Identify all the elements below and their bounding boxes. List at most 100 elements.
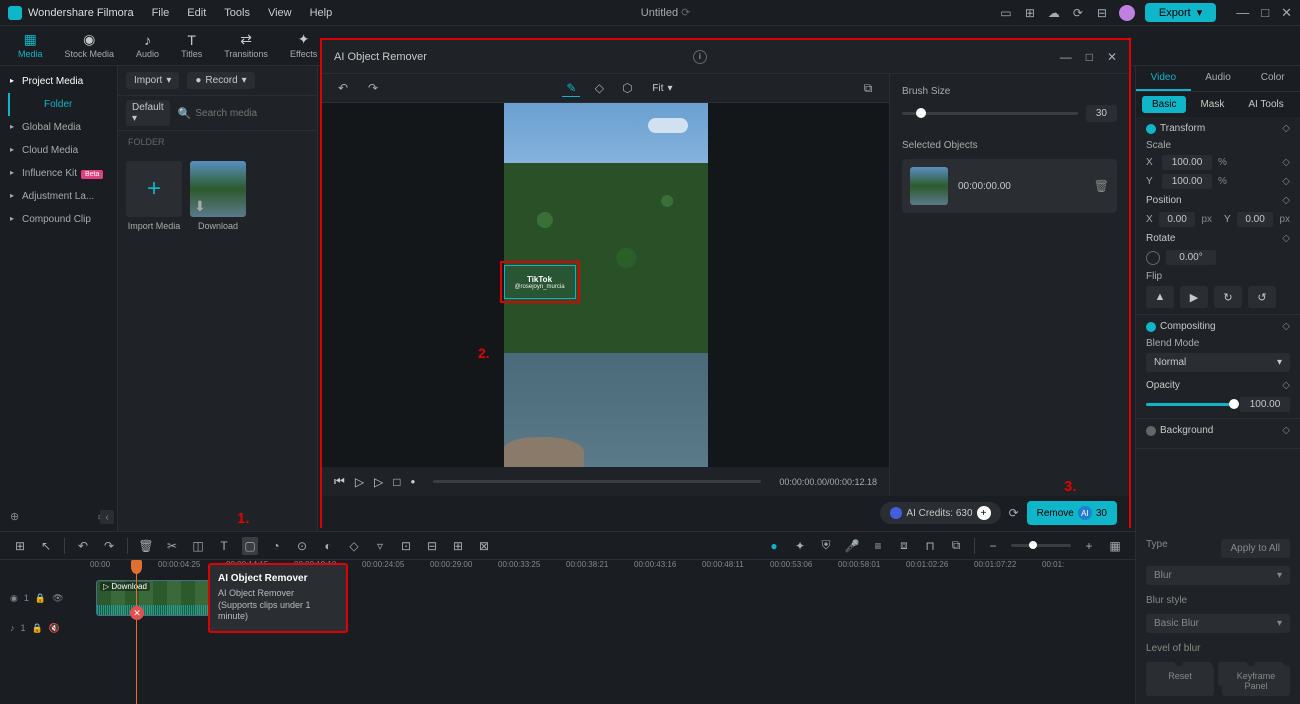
timeline-ruler[interactable]: 00:0000:00:04:2500:00:14:1500:00:19:1000… — [0, 560, 1135, 578]
lasso-tool-icon[interactable]: ⬡ — [618, 79, 636, 97]
selection-box[interactable]: TikTok @rosejoyn_murcia — [500, 261, 580, 303]
tl-ai-object-remover-icon[interactable]: ▢ — [242, 537, 258, 555]
dialog-close[interactable]: ✕ — [1107, 50, 1117, 64]
playhead-marker[interactable]: ✕ — [130, 606, 144, 620]
dialog-minimize[interactable]: — — [1060, 50, 1072, 64]
section-background[interactable]: Background — [1160, 425, 1213, 436]
selected-object-item[interactable]: 00:00:00.00 🗑 — [902, 159, 1117, 213]
flip-v-button[interactable]: ▶ — [1180, 286, 1208, 308]
subtab-mask[interactable]: Mask — [1190, 96, 1234, 113]
keyframe-icon[interactable]: ◇ — [1282, 123, 1290, 134]
tl-text-icon[interactable]: T — [216, 539, 232, 553]
tl-mixer-icon[interactable]: ≡ — [870, 539, 886, 553]
tl-delete-icon[interactable]: 🗑 — [138, 539, 154, 553]
tl-color-icon[interactable]: ◐ — [320, 539, 336, 553]
section-compositing[interactable]: Compositing — [1160, 321, 1216, 332]
tl-zoom-out-icon[interactable]: − — [985, 539, 1001, 553]
pos-y-input[interactable]: 0.00 — [1237, 212, 1274, 227]
tl-shield-icon[interactable]: ⛨ — [818, 538, 834, 553]
new-folder-icon[interactable]: ⊕ — [10, 510, 19, 523]
keyframe-panel-button[interactable]: Keyframe Panel — [1222, 666, 1290, 696]
tl-zoom-slider[interactable] — [1011, 544, 1071, 547]
redo-icon[interactable]: ↷ — [364, 79, 382, 97]
tl-mic-icon[interactable]: 🎤 — [844, 539, 860, 553]
cloud-icon[interactable]: ☁ — [1047, 6, 1061, 20]
brush-size-value[interactable]: 30 — [1086, 105, 1117, 122]
section-transform[interactable]: Transform — [1160, 123, 1205, 134]
flip-h-button[interactable]: ▲ — [1146, 286, 1174, 308]
tl-track2-icon[interactable]: ⊟ — [424, 539, 440, 553]
download-media-card[interactable]: ⬇ Download — [190, 161, 246, 231]
tl-track1-icon[interactable]: ⊡ — [398, 539, 414, 553]
playhead[interactable] — [136, 560, 137, 704]
ai-credits-badge[interactable]: AI Credits: 630+ — [880, 502, 1000, 524]
tab-effects[interactable]: ✦Effects — [284, 31, 323, 61]
tl-redo-icon[interactable]: ↷ — [101, 539, 117, 553]
tab-stock-media[interactable]: ◉Stock Media — [59, 31, 121, 61]
tl-sparkle-icon[interactable]: ✦ — [792, 539, 808, 553]
zoom-fit-dropdown[interactable]: Fit ▾ — [646, 81, 678, 96]
tl-speed-icon[interactable]: ⊙ — [294, 539, 310, 553]
library-icon[interactable]: ⊞ — [1023, 6, 1037, 20]
blur-style-dropdown[interactable]: Basic Blur▾ — [1146, 614, 1290, 633]
tl-smart-cutout-icon[interactable]: ◔ — [268, 539, 284, 553]
rotate-cw-button[interactable]: ↻ — [1214, 286, 1242, 308]
tab-transitions[interactable]: ⇄Transitions — [218, 31, 274, 61]
tab-media[interactable]: ▦Media — [12, 31, 49, 61]
refresh-icon[interactable]: ⟳ — [1009, 506, 1019, 520]
tl-cursor-icon[interactable]: ↖ — [38, 539, 54, 553]
search-input[interactable] — [195, 108, 327, 119]
import-media-card[interactable]: + Import Media — [126, 161, 182, 231]
eraser-tool-icon[interactable]: ◇ — [590, 79, 608, 97]
loop-icon[interactable]: ● — [411, 477, 416, 486]
tl-view-icon[interactable]: ▦ — [1107, 539, 1123, 553]
menu-edit[interactable]: Edit — [187, 7, 206, 19]
collapse-sidebar-icon[interactable]: ‹ — [100, 510, 114, 524]
inspector-tab-audio[interactable]: Audio — [1191, 66, 1246, 91]
inspector-tab-video[interactable]: Video — [1136, 66, 1191, 91]
tl-magnet-icon[interactable]: ⊓ — [922, 539, 938, 553]
rotate-ccw-button[interactable]: ↺ — [1248, 286, 1276, 308]
subtab-ai-tools[interactable]: AI Tools — [1238, 96, 1293, 113]
tl-marker-icon[interactable]: ▿ — [372, 539, 388, 553]
scale-y-input[interactable]: 100.00 — [1162, 174, 1212, 189]
remove-button[interactable]: RemoveAI30 — [1027, 501, 1117, 525]
sidebar-global-media[interactable]: Global Media — [0, 116, 117, 139]
menu-view[interactable]: View — [268, 7, 292, 19]
rotate-input[interactable]: 0.00° — [1166, 250, 1216, 265]
undo-icon[interactable]: ↶ — [334, 79, 352, 97]
tab-titles[interactable]: TTitles — [175, 31, 208, 61]
prev-frame-icon[interactable]: ⏮ — [334, 474, 345, 489]
tl-track3-icon[interactable]: ⊞ — [450, 539, 466, 553]
delete-object-icon[interactable]: 🗑 — [1094, 179, 1109, 193]
preview-canvas[interactable]: TikTok @rosejoyn_murcia 2. — [322, 103, 889, 467]
tl-zoom-in-icon[interactable]: + — [1081, 539, 1097, 553]
apps-icon[interactable]: ⊟ — [1095, 6, 1109, 20]
info-icon[interactable]: i — [693, 50, 707, 64]
sidebar-folder[interactable]: Folder — [8, 93, 117, 116]
close-button[interactable]: ✕ — [1281, 5, 1292, 21]
sidebar-adjustment-layer[interactable]: Adjustment La... — [0, 185, 117, 208]
tl-link-icon[interactable]: ⧉ — [948, 538, 964, 553]
apply-to-all-button[interactable]: Apply to All — [1221, 539, 1290, 558]
pos-x-input[interactable]: 0.00 — [1159, 212, 1196, 227]
menu-file[interactable]: File — [152, 7, 170, 19]
user-avatar[interactable] — [1119, 5, 1135, 21]
sidebar-influence-kit[interactable]: Influence KitBeta — [0, 162, 117, 185]
type-dropdown[interactable]: Blur▾ — [1146, 566, 1290, 585]
sidebar-cloud-media[interactable]: Cloud Media — [0, 139, 117, 162]
blend-mode-dropdown[interactable]: Normal▾ — [1146, 353, 1290, 372]
opacity-slider[interactable] — [1146, 403, 1234, 406]
next-frame-icon[interactable]: ▷ — [374, 475, 383, 489]
minimize-button[interactable]: — — [1236, 5, 1249, 21]
tl-green-icon[interactable]: ● — [766, 539, 782, 553]
progress-bar[interactable] — [433, 480, 761, 483]
tab-audio[interactable]: ♪Audio — [130, 31, 165, 61]
maximize-button[interactable]: □ — [1261, 5, 1269, 21]
tl-split-icon[interactable]: ✂ — [164, 539, 180, 553]
import-dropdown[interactable]: Import ▾ — [126, 72, 179, 89]
sidebar-project-media[interactable]: Project Media — [0, 70, 117, 93]
reset-button[interactable]: Reset — [1146, 666, 1214, 696]
tl-crop-icon[interactable]: ◫ — [190, 539, 206, 553]
compare-icon[interactable]: ⧉ — [859, 79, 877, 97]
